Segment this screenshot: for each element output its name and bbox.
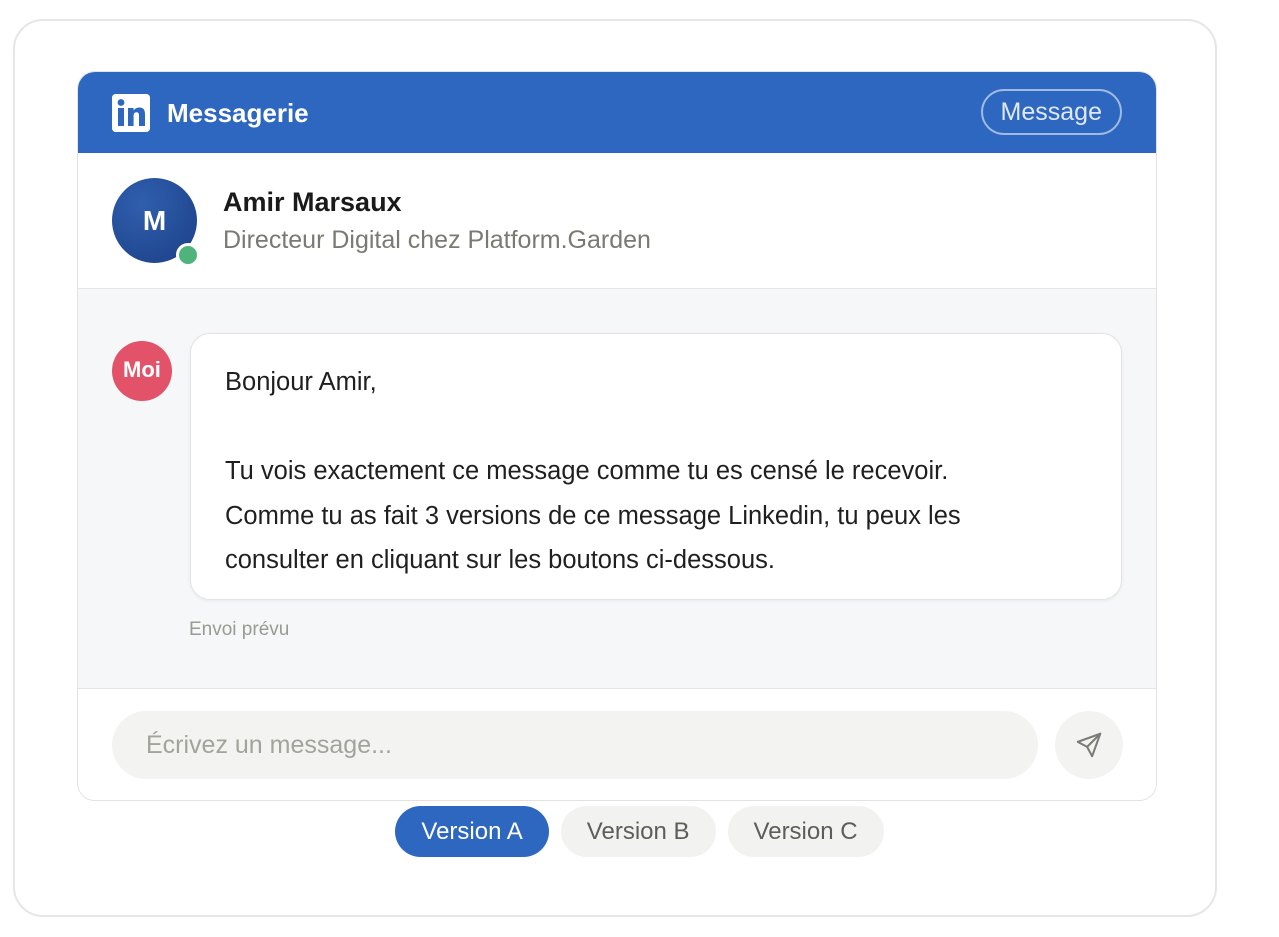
version-a-button[interactable]: Version A bbox=[395, 806, 549, 857]
contact-name: Amir Marsaux bbox=[223, 187, 402, 217]
message-input[interactable] bbox=[112, 711, 1038, 779]
contact-header: M Amir Marsaux Directeur Digital chez Pl… bbox=[78, 153, 1156, 289]
message-paragraph-gap bbox=[225, 405, 1087, 450]
message-bubble: Bonjour Amir, Tu vois exactement ce mess… bbox=[190, 333, 1122, 600]
online-status-indicator bbox=[176, 243, 200, 267]
message-composer bbox=[78, 689, 1156, 800]
linkedin-logo-icon bbox=[112, 94, 150, 132]
version-b-button[interactable]: Version B bbox=[560, 806, 716, 857]
contact-subtitle: Directeur Digital chez Platform.Garden bbox=[223, 226, 651, 254]
version-switcher: Version A Version B Version C bbox=[0, 806, 1279, 857]
message-button[interactable]: Message bbox=[980, 89, 1122, 135]
preview-card: Messagerie Message M Amir Marsaux Direct… bbox=[13, 19, 1217, 917]
messaging-window: Messagerie Message M Amir Marsaux Direct… bbox=[77, 71, 1157, 801]
send-status: Envoi prévu bbox=[189, 619, 290, 640]
conversation-area: Moi Bonjour Amir, Tu vois exactement ce … bbox=[78, 289, 1156, 689]
header-title: Messagerie bbox=[167, 98, 309, 128]
message-line: Tu vois exactement ce message comme tu e… bbox=[225, 457, 949, 485]
message-line: Comme tu as fait 3 versions de ce messag… bbox=[225, 501, 961, 530]
message-line: consulter en cliquant sur les boutons ci… bbox=[225, 546, 775, 574]
sender-avatar: Moi bbox=[112, 341, 172, 401]
send-button[interactable] bbox=[1055, 711, 1123, 779]
version-c-button[interactable]: Version C bbox=[727, 806, 884, 857]
send-icon bbox=[1076, 732, 1102, 758]
message-greeting: Bonjour Amir, bbox=[225, 368, 377, 396]
messaging-header: Messagerie Message bbox=[78, 72, 1156, 153]
